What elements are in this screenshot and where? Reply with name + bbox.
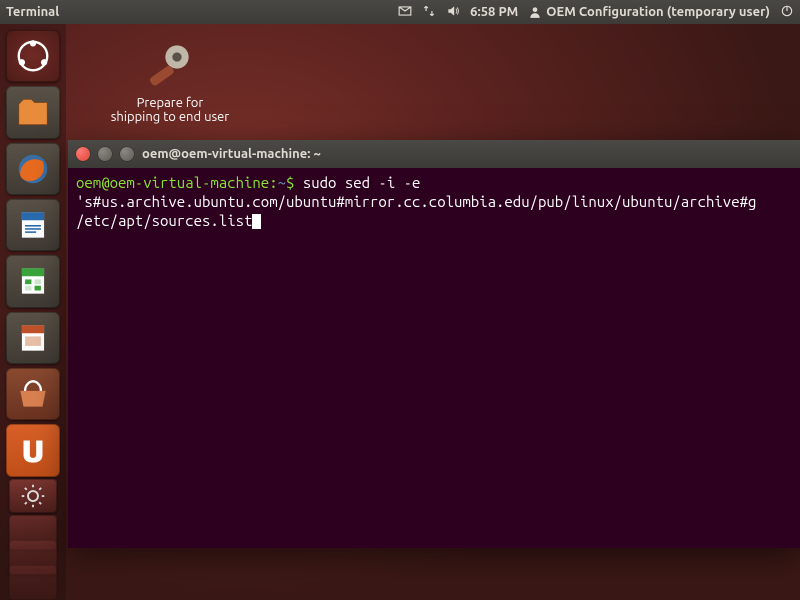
desktop-icon-label-2: shipping to end user bbox=[100, 110, 240, 124]
unity-launcher bbox=[0, 24, 66, 600]
active-app-title: Terminal bbox=[6, 5, 59, 19]
prompt-path: ~ bbox=[278, 174, 286, 191]
window-title: oem@oem-virtual-machine: ~ bbox=[142, 147, 321, 161]
window-maximize-button[interactable] bbox=[120, 147, 134, 161]
window-titlebar[interactable]: oem@oem-virtual-machine: ~ bbox=[68, 140, 800, 168]
terminal-cursor bbox=[252, 214, 261, 229]
launcher-stack2[interactable] bbox=[9, 565, 57, 600]
launcher-writer[interactable] bbox=[6, 199, 60, 251]
launcher-ubuntu-one[interactable] bbox=[6, 424, 60, 476]
network-icon[interactable] bbox=[422, 4, 436, 21]
desktop-icon-label-1: Prepare for bbox=[100, 96, 240, 110]
user-label: OEM Configuration (temporary user) bbox=[546, 5, 770, 19]
power-icon[interactable] bbox=[780, 4, 794, 21]
top-panel: Terminal 6:58 PM OEM Configuration (temp… bbox=[0, 0, 800, 24]
desktop-icon-prepare[interactable]: Prepare for shipping to end user bbox=[100, 36, 240, 124]
launcher-firefox[interactable] bbox=[6, 143, 60, 195]
prompt-user: oem@oem-virtual-machine bbox=[76, 174, 269, 191]
launcher-impress[interactable] bbox=[6, 312, 60, 364]
launcher-settings[interactable] bbox=[9, 479, 57, 514]
launcher-calc[interactable] bbox=[6, 255, 60, 307]
window-minimize-button[interactable] bbox=[98, 147, 112, 161]
mail-icon[interactable] bbox=[398, 4, 412, 21]
user-menu[interactable]: OEM Configuration (temporary user) bbox=[528, 5, 770, 19]
wrench-gear-icon bbox=[142, 36, 198, 92]
launcher-dash[interactable] bbox=[6, 30, 60, 82]
clock[interactable]: 6:58 PM bbox=[470, 5, 518, 19]
launcher-software-center[interactable] bbox=[6, 368, 60, 420]
terminal-window: oem@oem-virtual-machine: ~ oem@oem-virtu… bbox=[68, 140, 800, 548]
terminal-body[interactable]: oem@oem-virtual-machine:~$ sudo sed -i -… bbox=[68, 168, 800, 548]
window-close-button[interactable] bbox=[76, 147, 90, 161]
volume-icon[interactable] bbox=[446, 4, 460, 21]
launcher-files[interactable] bbox=[6, 86, 60, 138]
